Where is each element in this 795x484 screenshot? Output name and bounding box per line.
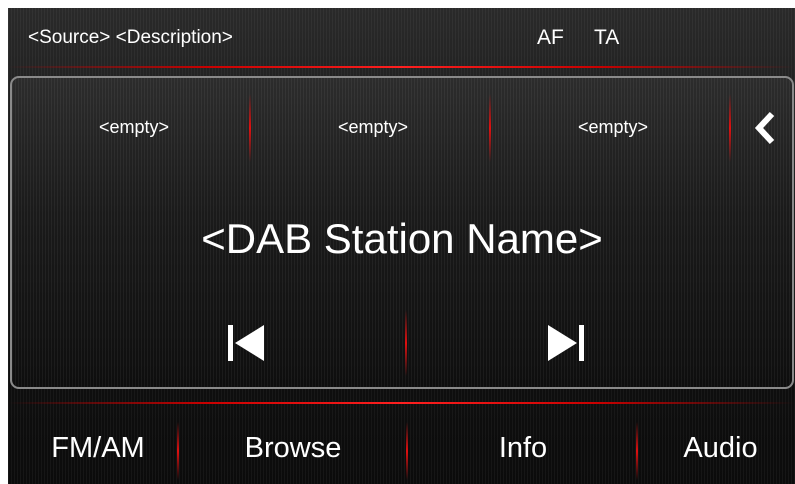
- skip-previous-icon: [228, 325, 264, 361]
- chevron-left-icon: [754, 111, 775, 145]
- previous-station-button[interactable]: [226, 323, 266, 363]
- preset-divider: [489, 94, 491, 162]
- presets-more-button[interactable]: [750, 108, 780, 148]
- nav-divider: [406, 422, 408, 480]
- station-name: <DAB Station Name>: [201, 215, 603, 262]
- preset-divider: [249, 94, 251, 162]
- nav-fm-am-button[interactable]: FM/AM: [18, 418, 178, 478]
- source-description-label: <Source> <Description>: [28, 27, 233, 48]
- preset-divider: [729, 94, 731, 162]
- nav-info-button[interactable]: Info: [423, 418, 623, 478]
- preset-button-1[interactable]: <empty>: [34, 116, 234, 138]
- now-playing-panel: <empty> <empty> <empty> <DAB Station Nam…: [10, 76, 794, 389]
- nav-audio-button[interactable]: Audio: [653, 418, 788, 478]
- preset-button-2[interactable]: <empty>: [273, 116, 473, 138]
- next-station-button[interactable]: [546, 323, 586, 363]
- af-toggle[interactable]: AF: [537, 26, 564, 50]
- nav-divider: [636, 422, 638, 480]
- nav-divider: [177, 422, 179, 480]
- transport-divider: [405, 310, 407, 376]
- bottom-nav-bar: FM/AM Browse Info Audio: [8, 398, 795, 484]
- status-bar: <Source> <Description> AF TA: [8, 8, 795, 68]
- nav-browse-button[interactable]: Browse: [193, 418, 393, 478]
- ta-toggle[interactable]: TA: [594, 26, 619, 50]
- skip-next-icon: [548, 325, 584, 361]
- radio-screen: <Source> <Description> AF TA <empty> <em…: [8, 8, 795, 484]
- preset-button-3[interactable]: <empty>: [513, 116, 713, 138]
